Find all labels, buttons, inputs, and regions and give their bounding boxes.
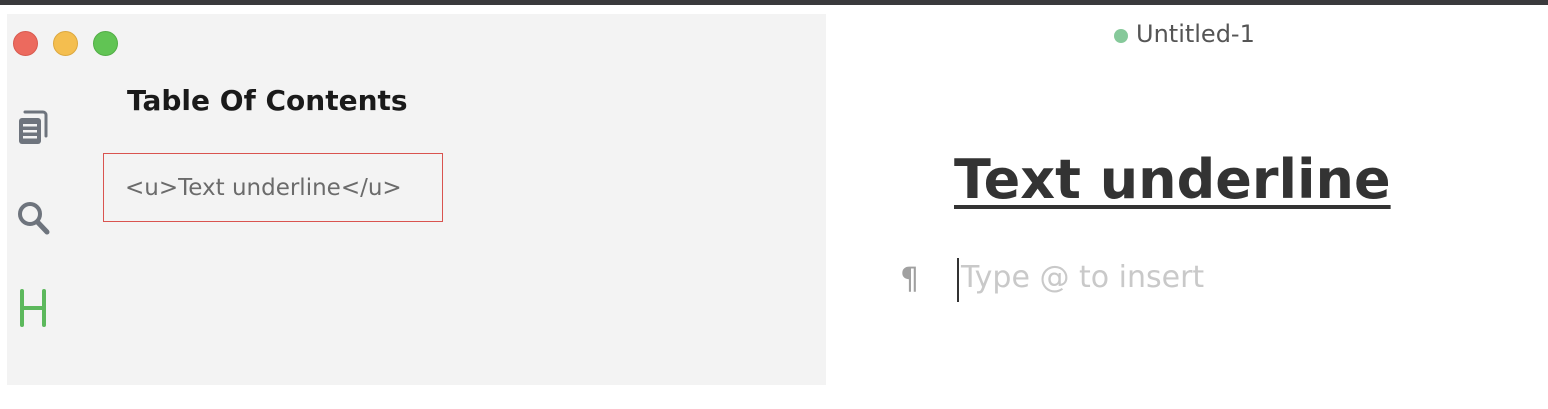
document-heading[interactable]: Text underline xyxy=(954,148,1391,211)
saved-status-dot xyxy=(1114,28,1128,43)
toc-title: Table Of Contents xyxy=(127,84,408,117)
window-zoom-button[interactable] xyxy=(93,31,118,56)
files-icon-svg xyxy=(19,110,48,144)
paragraph-placeholder[interactable]: Type @ to insert xyxy=(961,260,1204,295)
window-close-button[interactable] xyxy=(13,31,38,56)
paragraph-icon[interactable]: ¶ xyxy=(900,262,919,297)
toc-item[interactable]: <u>Text underline</u> xyxy=(103,153,443,222)
heading-icon[interactable] xyxy=(15,288,51,328)
document-title: Untitled-1 xyxy=(1136,20,1255,48)
text-caret xyxy=(957,258,959,302)
sidebar: Table Of Contents <u>Text underline</u> xyxy=(7,14,826,385)
top-border xyxy=(0,0,1548,5)
search-icon[interactable] xyxy=(15,198,51,238)
search-icon-svg xyxy=(18,202,50,235)
window-minimize-button[interactable] xyxy=(53,31,78,56)
heading-icon-svg xyxy=(20,289,46,327)
document-title-bar: Untitled-1 xyxy=(1114,20,1255,48)
files-icon[interactable] xyxy=(15,108,51,148)
